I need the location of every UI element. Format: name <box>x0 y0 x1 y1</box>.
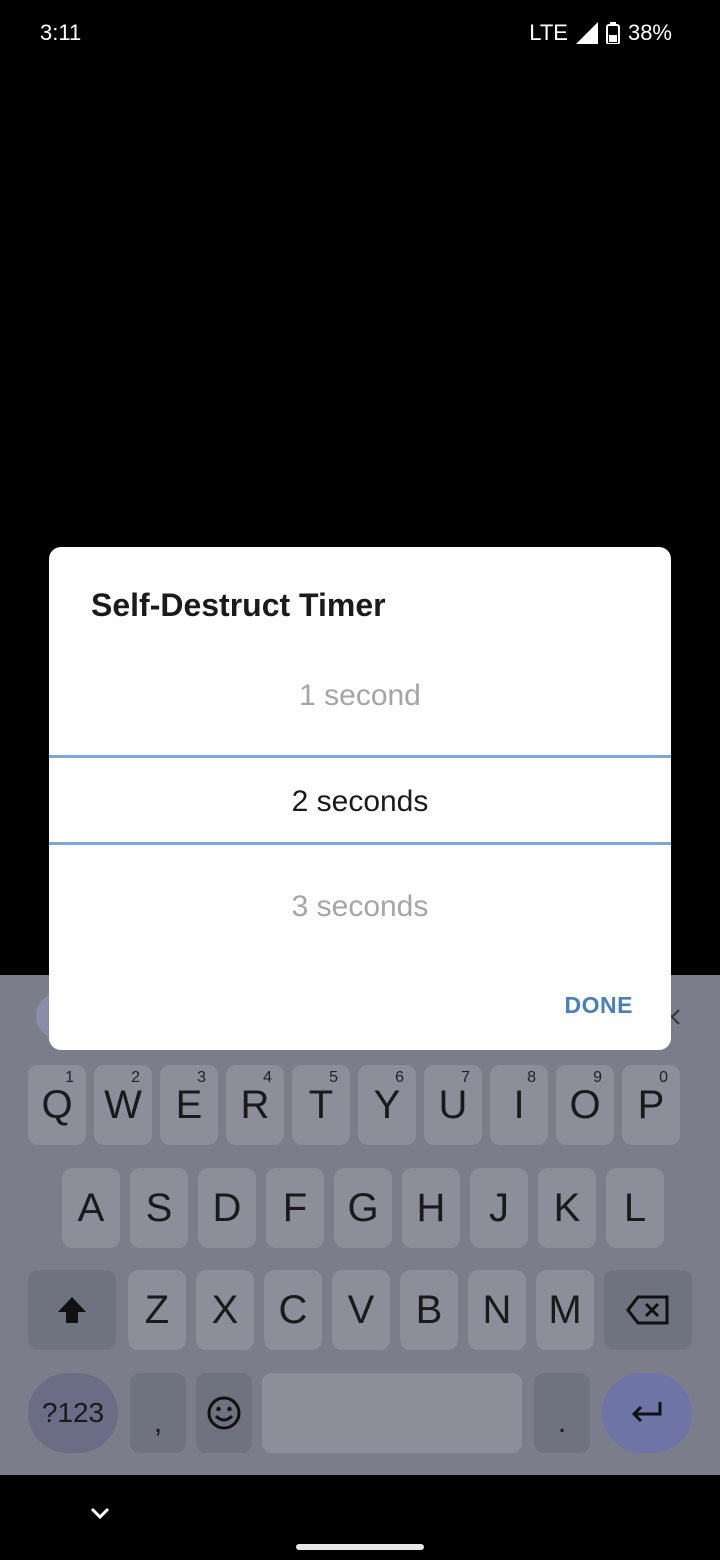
key-o[interactable]: O9 <box>556 1065 614 1145</box>
key-number-hint: 6 <box>395 1069 404 1086</box>
key-d[interactable]: D <box>198 1168 256 1248</box>
key-g[interactable]: G <box>334 1168 392 1248</box>
backspace-icon <box>626 1295 669 1325</box>
shift-key[interactable] <box>28 1270 116 1350</box>
key-i[interactable]: I8 <box>490 1065 548 1145</box>
key-u[interactable]: U7 <box>424 1065 482 1145</box>
key-label: U <box>438 1082 468 1127</box>
key-number-hint: 2 <box>131 1069 140 1086</box>
done-button[interactable]: DONE <box>565 992 633 1019</box>
key-number-hint: 4 <box>263 1069 272 1086</box>
key-k[interactable]: K <box>538 1168 596 1248</box>
navigation-bar <box>0 1475 720 1560</box>
key-label: O <box>569 1082 601 1127</box>
signal-icon <box>575 22 598 44</box>
period-label: . <box>557 1406 567 1439</box>
key-y[interactable]: Y6 <box>358 1065 416 1145</box>
key-f[interactable]: F <box>266 1168 324 1248</box>
key-h[interactable]: H <box>402 1168 460 1248</box>
key-label: W <box>104 1082 142 1127</box>
keyboard[interactable]: Q1W2E3R4T5Y6U7I8O9P0 ASDFGHJKL ZXCVBNM ?… <box>0 975 720 1475</box>
key-number-hint: 0 <box>659 1069 668 1086</box>
symbols-key[interactable]: ?123 <box>28 1373 118 1453</box>
key-j[interactable]: J <box>470 1168 528 1248</box>
key-e[interactable]: E3 <box>160 1065 218 1145</box>
timer-option[interactable]: 1 second <box>49 679 671 713</box>
status-time: 3:11 <box>40 20 82 45</box>
enter-key[interactable] <box>602 1373 692 1453</box>
battery-icon <box>605 22 620 44</box>
key-s[interactable]: S <box>130 1168 188 1248</box>
key-w[interactable]: W2 <box>94 1065 152 1145</box>
key-label: Y <box>373 1082 401 1127</box>
key-t[interactable]: T5 <box>292 1065 350 1145</box>
key-z[interactable]: Z <box>128 1270 186 1350</box>
emoji-icon <box>207 1396 241 1430</box>
self-destruct-dialog: Self-Destruct Timer 1 second 2 seconds 3… <box>49 547 671 1050</box>
backspace-key[interactable] <box>604 1270 692 1350</box>
key-label: P <box>637 1082 665 1127</box>
status-icons: LTE 38% <box>529 20 672 46</box>
battery-level: 38% <box>627 20 672 45</box>
key-label: T <box>308 1082 334 1127</box>
comma-key[interactable]: , <box>130 1373 186 1453</box>
key-a[interactable]: A <box>62 1168 120 1248</box>
picker-divider-bottom <box>49 842 671 845</box>
network-label: LTE <box>529 20 568 45</box>
emoji-key[interactable] <box>196 1373 252 1453</box>
key-label: E <box>175 1082 203 1127</box>
key-p[interactable]: P0 <box>622 1065 680 1145</box>
key-c[interactable]: C <box>264 1270 322 1350</box>
picker-divider-top <box>49 755 671 758</box>
timer-option-selected[interactable]: 2 seconds <box>49 785 671 819</box>
shift-icon <box>58 1297 86 1323</box>
dialog-title: Self-Destruct Timer <box>91 587 386 623</box>
chevron-down-icon[interactable] <box>88 1501 112 1525</box>
status-bar: 3:11 LTE 38% <box>0 0 720 64</box>
home-indicator[interactable] <box>296 1544 424 1550</box>
key-number-hint: 3 <box>197 1069 206 1086</box>
key-label: Q <box>41 1082 73 1127</box>
key-number-hint: 1 <box>65 1069 74 1086</box>
key-number-hint: 7 <box>461 1069 470 1086</box>
key-r[interactable]: R4 <box>226 1065 284 1145</box>
key-v[interactable]: V <box>332 1270 390 1350</box>
space-key[interactable] <box>262 1373 522 1453</box>
key-q[interactable]: Q1 <box>28 1065 86 1145</box>
key-l[interactable]: L <box>606 1168 664 1248</box>
key-x[interactable]: X <box>196 1270 254 1350</box>
enter-icon <box>631 1402 662 1423</box>
key-number-hint: 8 <box>527 1069 536 1086</box>
key-label: R <box>240 1082 270 1127</box>
key-n[interactable]: N <box>468 1270 526 1350</box>
timer-option[interactable]: 3 seconds <box>49 890 671 924</box>
key-number-hint: 9 <box>593 1069 602 1086</box>
key-label: I <box>513 1082 525 1127</box>
key-b[interactable]: B <box>400 1270 458 1350</box>
comma-label: , <box>153 1406 163 1439</box>
key-m[interactable]: M <box>536 1270 594 1350</box>
period-key[interactable]: . <box>534 1373 590 1453</box>
key-number-hint: 5 <box>329 1069 338 1086</box>
